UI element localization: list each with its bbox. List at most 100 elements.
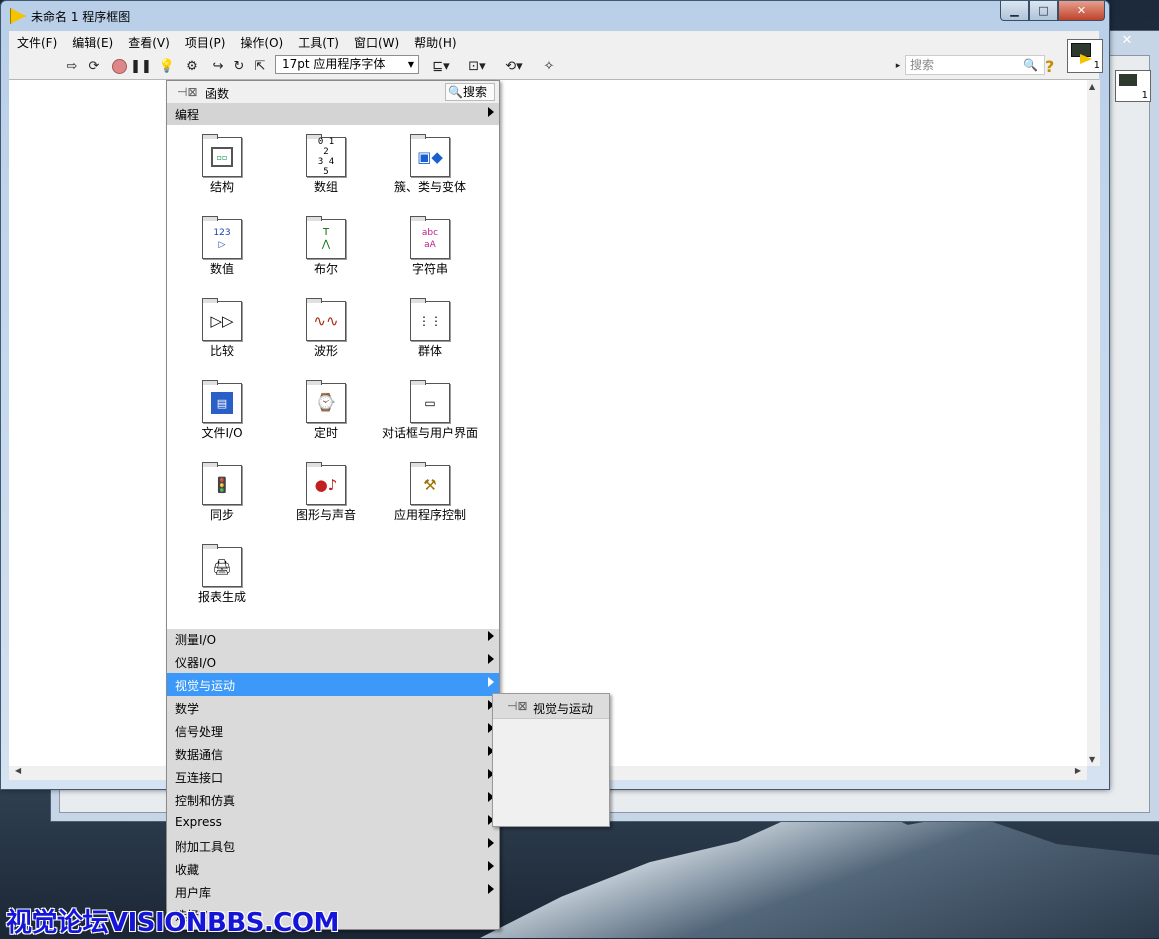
background-close-button[interactable]: ✕: [1112, 32, 1142, 50]
step-over-icon[interactable]: ↻: [230, 57, 248, 75]
menu-operate[interactable]: 操作(O): [232, 31, 290, 52]
menu-window[interactable]: 窗口(W): [346, 31, 406, 52]
retain-wire-values-icon[interactable]: ⚙: [183, 57, 201, 75]
run-arrow-icon[interactable]: ⇨: [63, 57, 81, 75]
vertical-scrollbar[interactable]: ▲ ▼: [1087, 80, 1100, 766]
category-programming[interactable]: 编程: [167, 103, 499, 125]
category-label: 测量I/O: [175, 633, 217, 647]
menu-file[interactable]: 文件(F): [9, 31, 64, 52]
palette-item-file-io[interactable]: ▤ 文件I/O: [170, 371, 274, 453]
palette-item-graphics-sound[interactable]: ●♪ 图形与声音: [274, 453, 378, 535]
category-label: 视觉与运动: [175, 679, 236, 693]
vi-icon[interactable]: 1: [1067, 39, 1103, 73]
waveform-icon: ∿∿: [306, 298, 346, 341]
category-mathematics[interactable]: 数学: [167, 696, 499, 719]
watermark-text: 视觉论坛VISIONBBS.COM: [6, 908, 339, 938]
chevron-right-icon: [488, 884, 494, 894]
palette-item-label: 字符串: [411, 262, 448, 276]
reorder-icon[interactable]: ⟲▾: [502, 57, 526, 75]
category-instrument-io[interactable]: 仪器I/O: [167, 650, 499, 673]
window-controls: ▁ □ ✕: [1000, 1, 1105, 21]
palette-item-label: 数值: [209, 262, 234, 276]
menu-help[interactable]: 帮助(H): [406, 31, 463, 52]
run-continuously-icon[interactable]: ⟳: [85, 57, 103, 75]
align-objects-icon[interactable]: ⊑▾: [429, 57, 453, 75]
palette-item-array[interactable]: 0 1 23 4 5 数组: [274, 125, 378, 207]
background-vi-icon[interactable]: 1: [1115, 70, 1151, 102]
vision-motion-submenu: ⊣⊠ 视觉与运动: [492, 693, 610, 827]
vi-icon-number: 1: [1093, 60, 1100, 71]
palette-search-button[interactable]: 🔍搜索: [445, 83, 495, 101]
palette-item-boolean[interactable]: T ⋀ 布尔: [274, 207, 378, 289]
category-vision-motion[interactable]: 视觉与运动: [167, 673, 499, 696]
category-favorites[interactable]: 收藏: [167, 857, 499, 880]
palette-item-label: 簇、类与变体: [393, 180, 466, 194]
category-label: 信号处理: [175, 725, 224, 739]
category-connectivity[interactable]: 互连接口: [167, 765, 499, 788]
palette-item-report-generation[interactable]: 🖨 报表生成: [170, 535, 274, 617]
palette-item-label: 图形与声音: [295, 508, 356, 522]
scroll-left-icon[interactable]: ◀: [15, 766, 21, 775]
palette-item-numeric[interactable]: 123 ▷ 数值: [170, 207, 274, 289]
palette-item-synchronization[interactable]: 🚦 同步: [170, 453, 274, 535]
bundle-icon: ⋮⋮: [410, 298, 450, 341]
palette-item-timing[interactable]: ⌚ 定时: [274, 371, 378, 453]
menu-project[interactable]: 项目(P): [177, 31, 233, 52]
cluster-class-variant-icon: ▣◆: [410, 134, 450, 177]
search-placeholder: 搜索: [910, 58, 935, 72]
submenu-header: ⊣⊠ 视觉与运动: [493, 694, 609, 719]
step-out-icon[interactable]: ⇱: [251, 57, 269, 75]
submenu-title: 视觉与运动: [533, 702, 594, 716]
step-into-icon[interactable]: ↪: [209, 57, 227, 75]
dialog-ui-icon: ▭: [410, 380, 450, 423]
font-selector[interactable]: 17pt 应用程序字体 ▼: [275, 55, 419, 74]
palette-item-label: 应用程序控制: [393, 508, 466, 522]
functions-palette: ⊣⊠ 函数 🔍搜索 编程 ▫▫ 结构 0 1 23 4 5 数组 ▣◆ 簇、类与…: [166, 80, 500, 930]
category-express[interactable]: Express: [167, 811, 499, 834]
category-measurement-io[interactable]: 测量I/O: [167, 627, 499, 650]
scroll-right-icon[interactable]: ▶: [1075, 766, 1081, 775]
palette-item-bundle[interactable]: ⋮⋮ 群体: [378, 289, 482, 371]
pause-icon[interactable]: ❚❚: [130, 57, 152, 75]
highlight-execution-icon[interactable]: 💡: [158, 57, 176, 75]
title-bar[interactable]: 未命名 1 程序框图 ▁ □ ✕: [1, 1, 1109, 31]
palette-item-string[interactable]: abc aA 字符串: [378, 207, 482, 289]
search-icon[interactable]: 🔍: [1023, 56, 1038, 74]
palette-item-waveform[interactable]: ∿∿ 波形: [274, 289, 378, 371]
graphics-sound-icon: ●♪: [306, 462, 346, 505]
context-help-button[interactable]: ?: [1045, 57, 1054, 76]
distribute-objects-icon[interactable]: ⊡▾: [465, 57, 489, 75]
category-addons[interactable]: 附加工具包: [167, 834, 499, 857]
category-data-communication[interactable]: 数据通信: [167, 742, 499, 765]
palette-item-cluster-class-variant[interactable]: ▣◆ 簇、类与变体: [378, 125, 482, 207]
scroll-up-icon[interactable]: ▲: [1089, 82, 1095, 91]
file-io-icon: ▤: [202, 380, 242, 423]
search-input[interactable]: 搜索 🔍: [905, 55, 1045, 75]
close-button[interactable]: ✕: [1058, 1, 1105, 21]
scroll-down-icon[interactable]: ▼: [1089, 755, 1095, 764]
chevron-right-icon: [488, 838, 494, 848]
palette-search-label: 搜索: [462, 85, 487, 99]
palette-item-application-control[interactable]: ⚒ 应用程序控制: [378, 453, 482, 535]
category-label: 数据通信: [175, 748, 224, 762]
category-signal-processing[interactable]: 信号处理: [167, 719, 499, 742]
palette-item-label: 布尔: [313, 262, 338, 276]
maximize-button[interactable]: □: [1029, 1, 1058, 21]
menu-view[interactable]: 查看(V): [120, 31, 177, 52]
category-label: 仪器I/O: [175, 656, 217, 670]
category-control-simulation[interactable]: 控制和仿真: [167, 788, 499, 811]
cleanup-diagram-icon[interactable]: ✧: [537, 57, 561, 75]
category-label: 互连接口: [175, 771, 224, 785]
palette-item-label: 对话框与用户界面: [381, 426, 478, 440]
palette-item-structures[interactable]: ▫▫ 结构: [170, 125, 274, 207]
minimize-button[interactable]: ▁: [1000, 1, 1029, 21]
pin-icon[interactable]: ⊣⊠: [177, 85, 198, 99]
palette-item-comparison[interactable]: ▷▷ 比较: [170, 289, 274, 371]
expand-toolbar-icon[interactable]: ▸: [893, 57, 903, 75]
category-user-libraries[interactable]: 用户库: [167, 880, 499, 903]
palette-item-dialog-ui[interactable]: ▭ 对话框与用户界面: [378, 371, 482, 457]
abort-icon[interactable]: [110, 57, 128, 75]
menu-tools[interactable]: 工具(T): [290, 31, 346, 52]
menu-edit[interactable]: 编辑(E): [64, 31, 120, 52]
pin-icon[interactable]: ⊣⊠: [507, 699, 528, 713]
